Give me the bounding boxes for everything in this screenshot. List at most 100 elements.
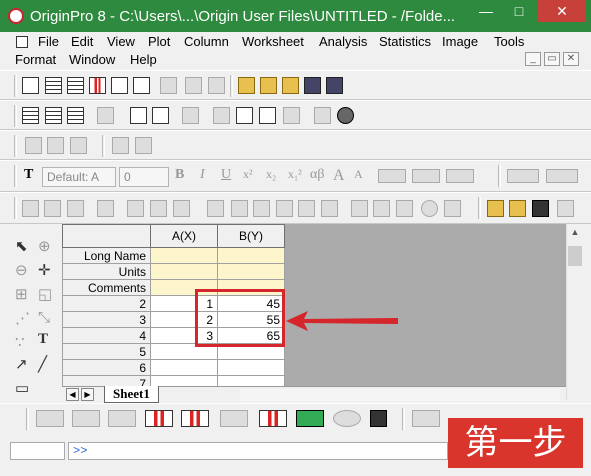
new-project-icon[interactable] <box>22 77 39 94</box>
axis-box-icon[interactable] <box>276 200 293 217</box>
crosshair-icon[interactable]: ✛ <box>38 261 51 279</box>
graph-export-icon[interactable] <box>412 410 440 427</box>
new-excel-icon[interactable] <box>67 77 84 94</box>
zoom-out-icon[interactable]: ⊖ <box>15 261 28 279</box>
axis-rb-icon[interactable] <box>321 200 338 217</box>
row-label-long-name[interactable]: Long Name <box>62 247 151 264</box>
code-builder-icon[interactable] <box>208 77 225 94</box>
font-size-dropdown[interactable]: 0 <box>119 167 169 187</box>
stats-icon[interactable] <box>396 200 413 217</box>
zoom-icon[interactable] <box>22 200 39 217</box>
results-log-icon[interactable] <box>152 107 169 124</box>
scale-icon[interactable]: ⊞ <box>15 285 28 303</box>
tab-sheet1[interactable]: Sheet1 <box>104 386 159 403</box>
new-graph-icon[interactable] <box>89 77 106 94</box>
maximize-button[interactable]: □ <box>503 0 535 22</box>
template-library-icon[interactable] <box>370 410 387 427</box>
pie-icon[interactable] <box>337 107 354 124</box>
row-label[interactable]: 5 <box>62 343 151 360</box>
export-icon[interactable] <box>509 200 526 217</box>
underline-button[interactable]: U <box>221 167 231 183</box>
bold-button[interactable]: B <box>175 167 184 183</box>
open-excel-icon[interactable] <box>282 77 299 94</box>
menu-worksheet[interactable]: Worksheet <box>242 33 304 51</box>
column-header-a[interactable]: A(X) <box>150 224 218 248</box>
font-color-icon[interactable] <box>446 169 474 183</box>
cut-icon[interactable] <box>25 137 42 154</box>
menu-window[interactable]: Window <box>69 51 115 69</box>
meta-cell[interactable] <box>150 247 218 264</box>
new-layout-icon[interactable] <box>160 77 177 94</box>
area-plot-icon[interactable] <box>220 410 248 427</box>
meta-cell[interactable] <box>217 263 285 280</box>
paste-icon[interactable] <box>70 137 87 154</box>
minimize-button[interactable]: — <box>470 0 502 22</box>
axis-l-icon[interactable] <box>231 200 248 217</box>
edit-icon[interactable] <box>130 107 147 124</box>
toolbar-grip[interactable] <box>402 408 405 430</box>
menu-tools[interactable]: Tools <box>494 33 524 51</box>
mask-icon[interactable]: ⋰ <box>15 309 30 327</box>
menu-plot[interactable]: Plot <box>148 33 170 51</box>
merge-icon[interactable] <box>150 200 167 217</box>
rectangle-tool-icon[interactable]: ▭ <box>15 379 29 397</box>
draw-data-icon[interactable]: ⤡ <box>38 309 50 326</box>
print-icon[interactable] <box>97 107 114 124</box>
child-restore-button[interactable]: ▭ <box>544 52 560 66</box>
new-function-icon[interactable] <box>133 77 150 94</box>
add-layer-icon[interactable] <box>314 107 331 124</box>
import-multiple-icon[interactable] <box>67 107 84 124</box>
supsub-button[interactable]: x₁² <box>288 167 302 182</box>
import-wizard-icon[interactable] <box>22 107 39 124</box>
bar-plot-icon[interactable] <box>181 410 209 427</box>
menu-help[interactable]: Help <box>130 51 157 69</box>
menu-file[interactable]: File <box>38 33 59 51</box>
arrow-tool-icon[interactable]: ↗ <box>15 355 28 373</box>
column-icon[interactable] <box>127 200 144 217</box>
command-history[interactable] <box>10 442 65 460</box>
toolbar-grip[interactable] <box>14 135 17 157</box>
column-header-b[interactable]: B(Y) <box>217 224 285 248</box>
table-cell[interactable] <box>150 359 218 376</box>
save-template-icon[interactable] <box>326 77 343 94</box>
meta-cell[interactable] <box>217 247 285 264</box>
decrease-font-button[interactable]: A <box>354 167 363 182</box>
vertical-scrollbar[interactable]: ▲ <box>566 224 582 400</box>
row-label[interactable]: 4 <box>62 327 151 344</box>
sheet-prev-icon[interactable]: ◀ <box>66 388 79 401</box>
line-color-icon[interactable] <box>546 169 578 183</box>
meta-cell[interactable] <box>150 263 218 280</box>
increase-font-button[interactable]: A <box>333 167 345 185</box>
list-icon[interactable] <box>67 200 84 217</box>
results-icon[interactable] <box>236 107 253 124</box>
color-picker-icon[interactable] <box>557 200 574 217</box>
new-notes-icon[interactable] <box>185 77 202 94</box>
hi-lo-plot-icon[interactable] <box>259 410 287 427</box>
toolbar-grip[interactable] <box>14 75 17 97</box>
new-matrix-icon[interactable] <box>111 77 128 94</box>
polar-plot-icon[interactable] <box>333 410 361 427</box>
italic-button[interactable]: I <box>200 167 205 183</box>
child-close-button[interactable]: ✕ <box>563 52 579 66</box>
palette-icon[interactable] <box>532 200 549 217</box>
frame-icon[interactable] <box>207 200 224 217</box>
corner-cell[interactable] <box>62 224 151 248</box>
column-plot-icon[interactable] <box>145 410 173 427</box>
menu-format[interactable]: Format <box>15 51 56 69</box>
project-explorer-icon[interactable] <box>182 107 199 124</box>
row-label-units[interactable]: Units <box>62 263 151 280</box>
command-input[interactable]: >> <box>68 442 448 460</box>
close-button[interactable]: ✕ <box>538 0 586 22</box>
refresh-icon[interactable] <box>213 107 230 124</box>
row-label[interactable]: 2 <box>62 295 151 312</box>
brush-icon[interactable] <box>487 200 504 217</box>
menu-image[interactable]: Image <box>442 33 478 51</box>
text-format-icon[interactable]: T <box>24 167 33 183</box>
sheet-next-icon[interactable]: ▶ <box>81 388 94 401</box>
subscript-button[interactable]: x₂ <box>266 167 276 182</box>
open-icon[interactable] <box>238 77 255 94</box>
scroll-up-icon[interactable]: ▲ <box>567 224 583 240</box>
enlarge-icon[interactable] <box>44 200 61 217</box>
grid-lines-icon[interactable] <box>351 200 368 217</box>
layer-icon[interactable] <box>97 200 114 217</box>
